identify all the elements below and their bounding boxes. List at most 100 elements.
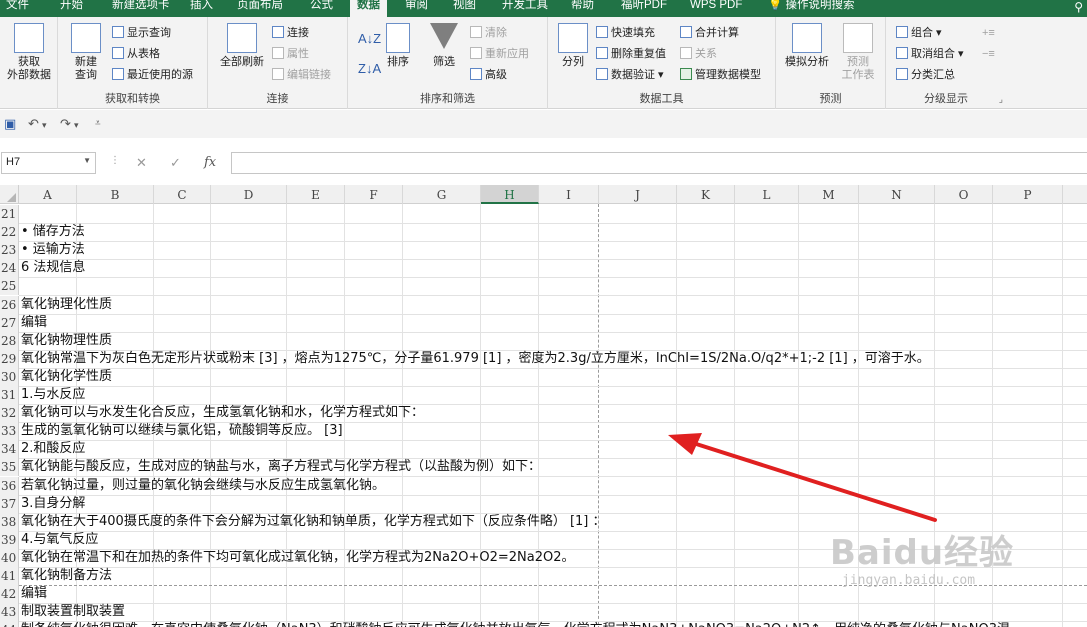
redo-icon[interactable]: ↷	[60, 116, 71, 132]
text-to-columns-icon	[558, 23, 588, 53]
cancel-icon[interactable]: ✕	[136, 155, 147, 171]
text-to-columns-button[interactable]: 分列	[556, 23, 590, 69]
insert-function-icon[interactable]: fx	[204, 155, 216, 170]
data-validation-button[interactable]: 数据验证 ▾	[596, 67, 664, 83]
formula-input[interactable]	[231, 152, 1087, 174]
user-account-icon[interactable]: ⚲	[1074, 0, 1083, 14]
consolidate-button[interactable]: 合并计算	[680, 25, 739, 41]
ribbon: 获取 外部数据 新建 查询 显示查询 从表格 最近使用的源 获取和转换 全部刷新…	[0, 17, 1087, 109]
data-model-icon	[680, 68, 692, 80]
consolidate-icon	[680, 26, 692, 38]
subtotal-button[interactable]: 分类汇总	[896, 67, 955, 83]
data-validation-icon	[596, 68, 608, 80]
what-if-analysis-button[interactable]: 模拟分析	[782, 23, 832, 69]
connections-icon	[272, 26, 284, 38]
undo-icon[interactable]: ↶	[28, 116, 39, 132]
name-box[interactable]: H7 ▼	[1, 152, 96, 174]
redo-dropdown-icon[interactable]: ▾	[74, 120, 79, 131]
tab-data[interactable]: 数据	[350, 0, 387, 17]
group-label-data-tools: 数据工具	[639, 93, 684, 105]
group-data-tools: 分列 快速填充 删除重复值 数据验证 ▾ 合并计算 关系 管理数据模型 数据工具	[548, 17, 776, 109]
from-table-button[interactable]: 从表格	[112, 46, 160, 62]
group-outline: 组合 ▾ 取消组合 ▾ 分类汇总 +≡ −≡ 分级显示 ⌟	[886, 17, 1006, 109]
group-label-get-transform: 获取和转换	[105, 93, 160, 105]
clear-filter-button[interactable]: 清除	[470, 25, 507, 41]
filter-funnel-icon	[430, 23, 458, 49]
name-box-dropdown-icon[interactable]: ▼	[83, 156, 91, 165]
formula-bar: H7 ▼ ⋮ ✕ ✓ fx	[0, 148, 1087, 178]
group-external-data: 获取 外部数据	[0, 17, 58, 109]
recent-sources-button[interactable]: 最近使用的源	[112, 67, 193, 83]
group-forecast: 模拟分析 预测 工作表 预测	[776, 17, 886, 109]
save-icon[interactable]: ▣	[4, 116, 16, 132]
remove-duplicates-button[interactable]: 删除重复值	[596, 46, 666, 62]
refresh-all-button[interactable]: 全部刷新	[214, 23, 270, 69]
refresh-icon	[227, 23, 257, 53]
tab-page-layout[interactable]: 页面布局	[237, 0, 283, 17]
group-get-transform: 新建 查询 显示查询 从表格 最近使用的源 获取和转换	[58, 17, 208, 109]
show-queries-button[interactable]: 显示查询	[112, 25, 171, 41]
tab-foxit-pdf[interactable]: 福昕PDF	[621, 0, 667, 17]
ribbon-tab-strip: 文件 开始 新建选项卡 插入 页面布局 公式 数据 审阅 视图 开发工具 帮助 …	[0, 0, 1087, 17]
sort-icon	[386, 23, 410, 53]
tell-me-search[interactable]: 💡 操作说明搜索	[768, 0, 855, 17]
table-icon	[112, 47, 124, 59]
forecast-sheet-icon	[843, 23, 873, 53]
tab-review[interactable]: 审阅	[405, 0, 428, 17]
advanced-filter-button[interactable]: 高级	[470, 67, 507, 83]
tab-wps-pdf[interactable]: WPS PDF	[690, 0, 742, 17]
tab-help[interactable]: 帮助	[571, 0, 594, 17]
group-icon	[896, 26, 908, 38]
sort-button[interactable]: 排序	[384, 23, 412, 69]
clear-filter-icon	[470, 26, 482, 38]
group-label-forecast: 预测	[819, 93, 842, 105]
filter-button[interactable]: 筛选	[424, 23, 464, 69]
dialog-launcher-icon[interactable]: ⌟	[999, 94, 1003, 105]
arrow-head	[668, 433, 702, 455]
quick-access-toolbar: ▣ ↶ ▾ ↷ ▾ ⩡	[0, 110, 1087, 138]
connections-button[interactable]: 连接	[272, 25, 309, 41]
formula-controls: ⋮ ✕ ✓ fx	[104, 152, 231, 174]
ungroup-icon	[896, 47, 908, 59]
new-query-button[interactable]: 新建 查询	[64, 23, 108, 82]
arrow-shaft	[688, 440, 937, 522]
new-query-icon	[71, 23, 101, 53]
ungroup-button[interactable]: 取消组合 ▾	[896, 46, 964, 62]
group-label-connections: 连接	[266, 93, 289, 105]
show-queries-icon	[112, 26, 124, 38]
relationships-button[interactable]: 关系	[680, 46, 717, 62]
relationships-icon	[680, 47, 692, 59]
flash-fill-button[interactable]: 快速填充	[596, 25, 655, 41]
tab-home[interactable]: 开始	[60, 0, 83, 17]
advanced-filter-icon	[470, 68, 482, 80]
reapply-button[interactable]: 重新应用	[470, 46, 529, 62]
group-label-outline: 分级显示	[924, 93, 968, 105]
show-detail-icon[interactable]: +≡	[982, 25, 995, 41]
tab-formulas[interactable]: 公式	[310, 0, 333, 17]
customize-qat-icon[interactable]: ⩡	[95, 118, 101, 129]
get-external-data-button[interactable]: 获取 外部数据	[4, 23, 54, 82]
tab-file[interactable]: 文件	[6, 0, 29, 17]
lightbulb-icon: 💡	[768, 0, 783, 11]
forecast-sheet-button[interactable]: 预测 工作表	[836, 23, 880, 82]
enter-icon[interactable]: ✓	[170, 155, 181, 171]
tab-view[interactable]: 视图	[453, 0, 476, 17]
sort-desc-icon[interactable]: Z↓A	[358, 61, 381, 77]
spreadsheet-grid[interactable]: ABCDEFGHIJKLMNOP 21 22 • 储存方法 23 • 运输方法 24 6 法…	[0, 185, 1087, 627]
recent-sources-icon	[112, 68, 124, 80]
hide-detail-icon[interactable]: −≡	[982, 46, 995, 62]
tab-developer[interactable]: 开发工具	[502, 0, 548, 17]
properties-button[interactable]: 属性	[272, 46, 309, 62]
properties-icon	[272, 47, 284, 59]
manage-data-model-button[interactable]: 管理数据模型	[680, 67, 761, 83]
reapply-icon	[470, 47, 482, 59]
group-button[interactable]: 组合 ▾	[896, 25, 942, 41]
edit-links-button[interactable]: 编辑链接	[272, 67, 331, 83]
external-data-icon	[14, 23, 44, 53]
tab-new-tab[interactable]: 新建选项卡	[112, 0, 170, 17]
undo-dropdown-icon[interactable]: ▾	[42, 120, 47, 131]
flash-fill-icon	[596, 26, 608, 38]
sort-asc-icon[interactable]: A↓Z	[358, 31, 381, 47]
subtotal-icon	[896, 68, 908, 80]
tab-insert[interactable]: 插入	[190, 0, 213, 17]
